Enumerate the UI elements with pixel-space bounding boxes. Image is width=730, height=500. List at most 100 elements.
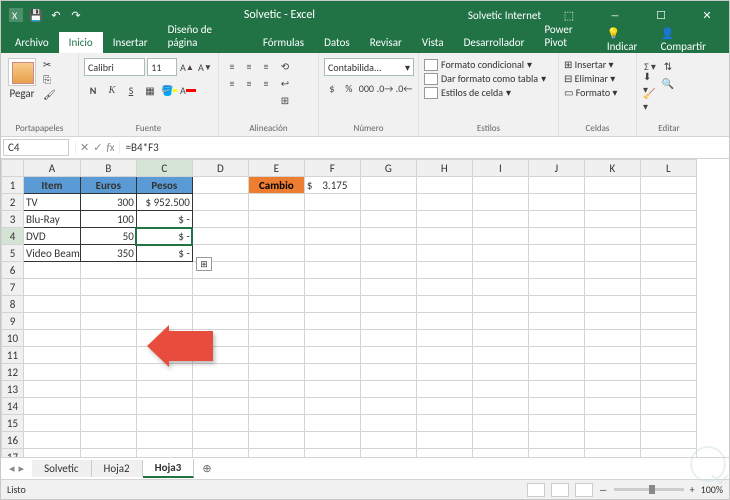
row-header[interactable]: 4 [2,228,24,245]
cell[interactable] [360,279,416,296]
italic-button[interactable]: K [103,81,121,99]
cell[interactable] [416,347,472,364]
row-header[interactable]: 7 [2,279,24,296]
cell[interactable] [24,381,81,398]
cell[interactable] [192,177,248,194]
cell[interactable] [528,415,584,432]
cell[interactable] [248,313,304,330]
cell[interactable] [80,313,136,330]
cell[interactable] [584,228,640,245]
cell[interactable] [416,449,472,458]
tab-desarrollador[interactable]: Desarrollador [454,32,535,53]
table-format-button[interactable]: Dar formato como tabla ▾ [424,72,546,85]
cell[interactable] [416,296,472,313]
cell[interactable] [472,398,528,415]
cell-styles-button[interactable]: Estilos de celda ▾ [424,86,546,99]
cell[interactable] [528,245,584,262]
cell[interactable] [472,262,528,279]
cell[interactable] [136,313,192,330]
tab-archivo[interactable]: Archivo [5,32,59,53]
cell[interactable] [80,279,136,296]
cell[interactable] [24,330,81,347]
cell[interactable] [584,211,640,228]
accept-formula-icon[interactable]: ✓ [93,141,102,154]
cell[interactable] [304,381,360,398]
undo-icon[interactable]: ↶ [49,8,63,22]
cell[interactable] [80,330,136,347]
cell[interactable]: Pesos [136,177,192,194]
cell[interactable] [192,415,248,432]
copy-icon[interactable]: ⎘ [43,73,56,86]
cell[interactable] [248,398,304,415]
cell[interactable] [416,364,472,381]
cell[interactable] [640,296,696,313]
tab-powerpivot[interactable]: Power Pivot [534,19,606,53]
tab-insertar[interactable]: Insertar [103,32,158,53]
cell[interactable] [472,449,528,458]
percent-icon[interactable]: % [341,79,357,97]
cancel-formula-icon[interactable]: ✕ [80,141,89,154]
cell[interactable] [304,432,360,449]
cell[interactable] [584,296,640,313]
col-header-d[interactable]: D [192,160,248,177]
select-all-corner[interactable] [2,160,24,177]
cell[interactable] [360,313,416,330]
row-header[interactable]: 2 [2,194,24,211]
col-header-b[interactable]: B [80,160,136,177]
cell[interactable] [472,245,528,262]
font-size-select[interactable]: 11 [147,58,177,76]
cell[interactable] [416,245,472,262]
cell[interactable] [24,279,81,296]
cell[interactable] [416,262,472,279]
cell[interactable]: $ 3.175 [304,177,360,194]
font-color-icon[interactable]: A [179,81,197,99]
redo-icon[interactable]: ↷ [69,8,83,22]
sheet-tab[interactable]: Hoja2 [92,460,143,477]
cell[interactable] [360,194,416,211]
cell[interactable] [24,296,81,313]
cell[interactable] [528,279,584,296]
cell[interactable] [584,347,640,364]
align-center-icon[interactable]: ≡ [241,75,257,91]
sheet-nav-next-icon[interactable]: ▸ [19,462,25,475]
add-sheet-button[interactable]: ⊕ [194,460,219,477]
cell[interactable]: Item [24,177,81,194]
cell[interactable] [528,177,584,194]
cell[interactable] [472,211,528,228]
cell[interactable] [472,330,528,347]
cell[interactable] [136,347,192,364]
zoom-in-icon[interactable]: + [690,483,695,496]
cell[interactable] [192,364,248,381]
cell[interactable] [472,415,528,432]
cell[interactable] [304,398,360,415]
tell-me[interactable]: 💡 Indicar [607,27,653,53]
cell[interactable] [640,177,696,194]
cell[interactable] [528,449,584,458]
cell[interactable] [360,398,416,415]
cell[interactable] [416,415,472,432]
col-header-a[interactable]: A [24,160,81,177]
cell[interactable] [528,194,584,211]
cell[interactable] [248,330,304,347]
align-right-icon[interactable]: ≡ [258,75,274,91]
cell[interactable] [304,228,360,245]
row-header[interactable]: 1 [2,177,24,194]
cell[interactable] [136,415,192,432]
cell[interactable] [472,194,528,211]
cell[interactable] [472,296,528,313]
increase-decimal-icon[interactable]: .0→ [376,79,394,97]
cell[interactable]: $ - [136,245,192,262]
cell[interactable] [192,398,248,415]
grow-font-icon[interactable]: A▲ [179,59,195,75]
col-header-j[interactable]: J [528,160,584,177]
autofill-options-icon[interactable]: ⊞ [196,257,212,271]
cell[interactable] [248,211,304,228]
cell[interactable] [360,432,416,449]
cell[interactable] [640,211,696,228]
cell[interactable] [640,262,696,279]
cell[interactable]: DVD [24,228,81,245]
cell[interactable] [24,364,81,381]
merge-icon[interactable]: ⊞ [277,92,293,108]
cell[interactable] [360,228,416,245]
share-button[interactable]: 👤 Compartir [661,27,721,53]
